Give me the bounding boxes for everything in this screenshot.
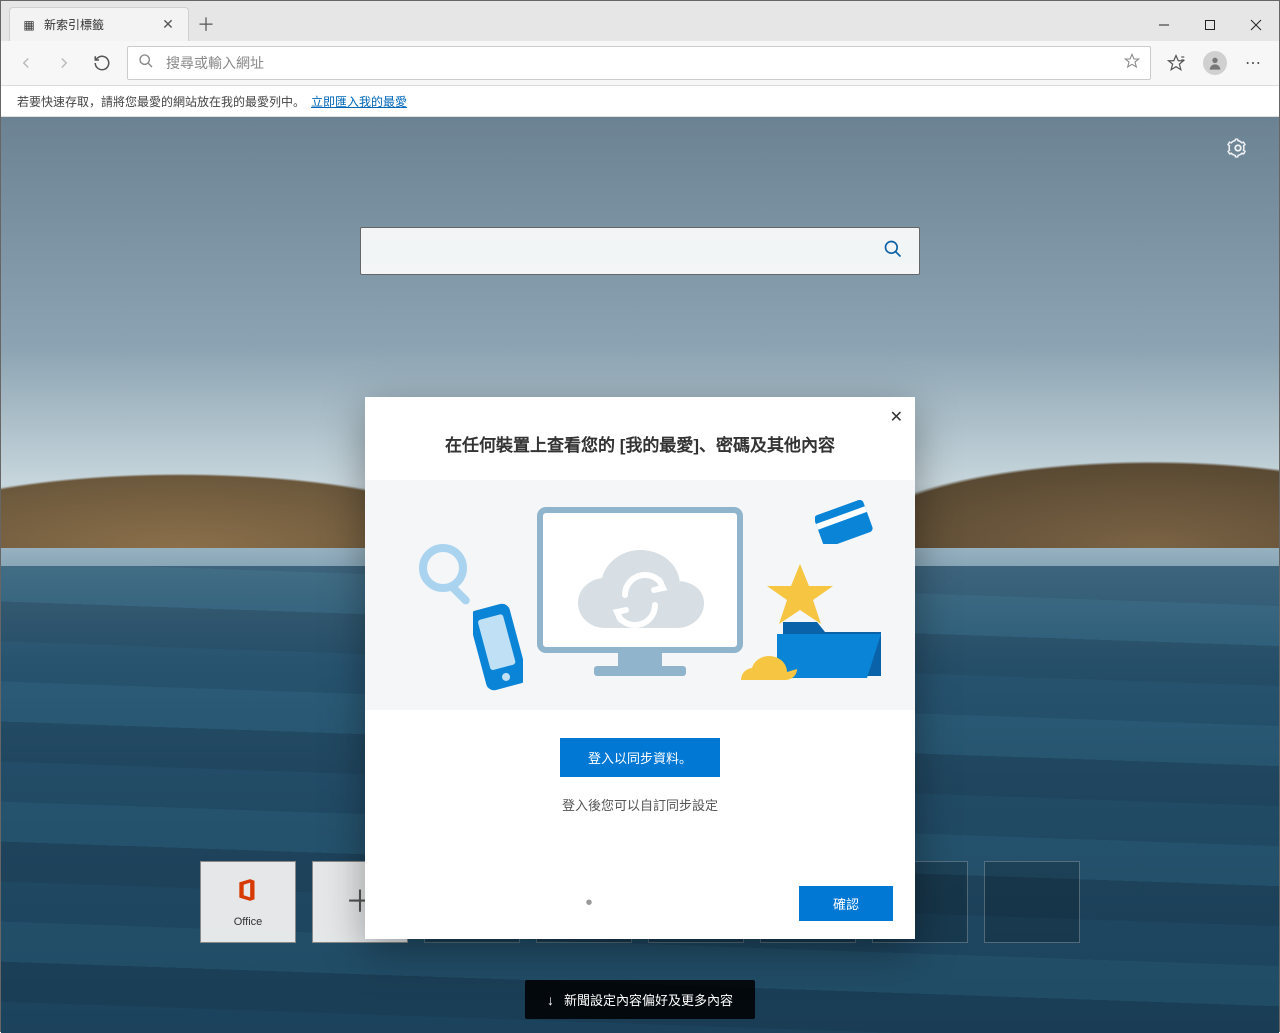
small-cloud-icon xyxy=(735,644,805,684)
window-maximize-button[interactable] xyxy=(1187,9,1233,41)
magnifier-icon xyxy=(413,540,483,610)
search-icon xyxy=(138,53,154,74)
window-close-button[interactable] xyxy=(1233,9,1279,41)
sync-signin-modal: ✕ 在任何裝置上查看您的 [我的最愛]、密碼及其他內容 xyxy=(365,397,915,939)
toolbar: ⋯ xyxy=(1,41,1279,86)
nav-refresh-button[interactable] xyxy=(85,46,119,80)
modal-footer: • 確認 xyxy=(365,868,915,939)
modal-pager-dots: • xyxy=(387,892,799,915)
favorites-import-text: 若要快速存取，請將您最愛的網站放在我的最愛列中。 xyxy=(17,93,305,110)
modal-confirm-button[interactable]: 確認 xyxy=(799,886,893,921)
favorite-star-icon[interactable] xyxy=(1124,53,1140,74)
profile-avatar-icon[interactable] xyxy=(1203,51,1227,75)
browser-window: ▦ 新索引標籤 ✕ ＋ xyxy=(0,0,1280,1032)
phone-icon xyxy=(473,602,523,692)
address-input[interactable] xyxy=(164,54,1114,72)
window-controls xyxy=(1141,9,1279,41)
modal-illustration xyxy=(365,480,915,710)
modal-title: 在任何裝置上查看您的 [我的最愛]、密碼及其他內容 xyxy=(365,397,915,480)
title-bar: ▦ 新索引標籤 ✕ ＋ xyxy=(1,1,1279,41)
favorites-list-icon[interactable] xyxy=(1159,46,1193,80)
settings-menu-button[interactable]: ⋯ xyxy=(1237,46,1271,80)
tab-close-icon[interactable]: ✕ xyxy=(160,16,176,33)
monitor-sync-icon xyxy=(530,500,750,690)
new-tab-page: Office ＋ ↓ 新聞設定內容偏好及更多內容 ✕ 在任何裝置上查看您的 [我… xyxy=(1,117,1279,1033)
nav-forward-button[interactable] xyxy=(47,46,81,80)
favorites-import-bar: 若要快速存取，請將您最愛的網站放在我的最愛列中。 立即匯入我的最愛 xyxy=(1,86,1279,117)
nav-back-button[interactable] xyxy=(9,46,43,80)
credit-card-icon xyxy=(815,500,875,544)
tab-newtab[interactable]: ▦ 新索引標籤 ✕ xyxy=(9,7,189,41)
modal-close-icon[interactable]: ✕ xyxy=(890,407,903,427)
tab-title: 新索引標籤 xyxy=(44,16,152,33)
tab-strip: ▦ 新索引標籤 ✕ ＋ xyxy=(1,1,223,41)
tab-page-icon: ▦ xyxy=(22,18,36,32)
modal-subtext: 登入後您可以自訂同步設定 xyxy=(365,795,915,868)
new-tab-button[interactable]: ＋ xyxy=(189,7,223,41)
address-bar[interactable] xyxy=(127,46,1151,80)
window-minimize-button[interactable] xyxy=(1141,9,1187,41)
signin-sync-button[interactable]: 登入以同步資料。 xyxy=(560,738,720,777)
favorites-import-link[interactable]: 立即匯入我的最愛 xyxy=(311,93,407,110)
modal-cta-area: 登入以同步資料。 xyxy=(365,710,915,795)
